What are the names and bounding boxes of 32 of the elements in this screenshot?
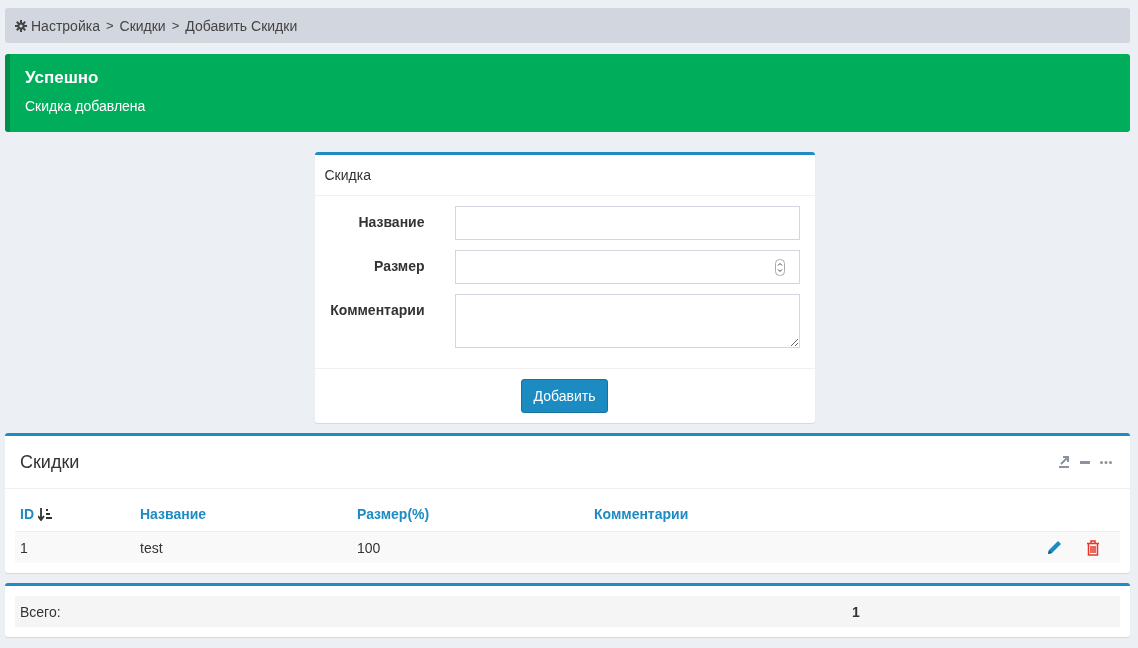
breadcrumb-separator: > (105, 18, 114, 33)
breadcrumb-link[interactable]: Скидки (119, 17, 166, 34)
field-label: Название (357, 213, 426, 230)
trash-icon[interactable] (1086, 539, 1100, 556)
minimize-icon[interactable] (1080, 460, 1090, 464)
export-icon[interactable] (1058, 456, 1070, 468)
totals-value: 1 (852, 603, 860, 620)
text-field[interactable] (454, 206, 800, 240)
column-header[interactable]: Название (135, 506, 352, 522)
breadcrumb-separator: > (171, 18, 180, 33)
column-header[interactable]: ID (15, 506, 135, 522)
textarea-field[interactable] (454, 294, 800, 348)
pencil-icon[interactable] (1047, 539, 1062, 555)
column-header[interactable]: Комментарии (589, 506, 889, 522)
breadcrumb-link[interactable]: Настройка (31, 17, 100, 34)
table-cell-text: 100 (356, 539, 382, 556)
field-label: Комментарии (329, 301, 426, 318)
submit-button[interactable]: Добавить (520, 379, 609, 413)
table-cell-text: test (139, 539, 164, 556)
alert-message: Скидка добавлена (25, 98, 147, 114)
more-icon[interactable] (1100, 460, 1112, 464)
breadcrumb-link[interactable]: Добавить Скидки (185, 17, 298, 34)
totals-label: Всего: (19, 603, 62, 620)
column-header[interactable]: Размер(%) (352, 506, 589, 522)
field-label: Размер (373, 257, 426, 274)
spinner-icon (774, 258, 785, 276)
panel-title: Скидки (20, 451, 80, 473)
alert-title: Успешно (25, 68, 100, 88)
gear-icon (15, 19, 27, 32)
number-field[interactable] (454, 250, 800, 284)
table-cell-text: 1 (19, 539, 29, 556)
panel-title: Скидка (314, 155, 815, 196)
